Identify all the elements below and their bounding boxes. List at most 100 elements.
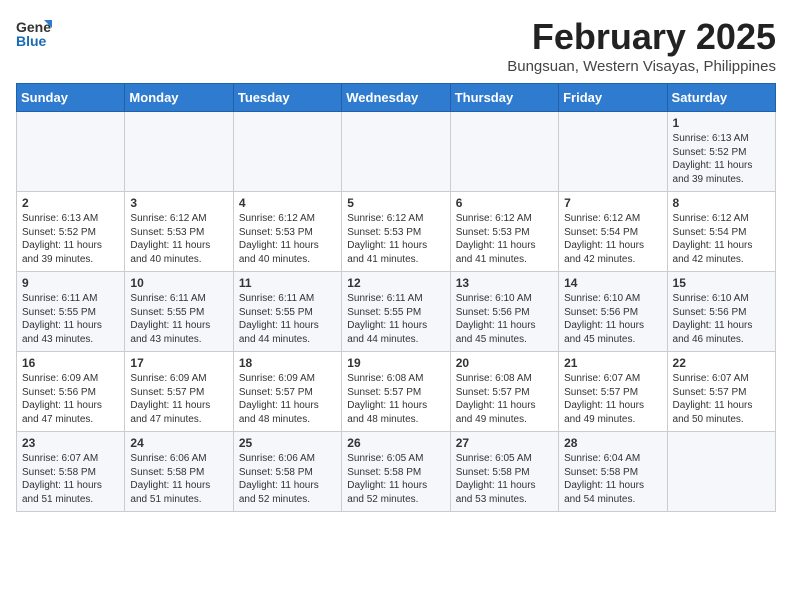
calendar-day-cell bbox=[17, 112, 125, 192]
calendar-day-cell: 9 Sunrise: 6:11 AM Sunset: 5:55 PM Daylig… bbox=[17, 272, 125, 352]
day-number: 28 bbox=[564, 436, 661, 450]
calendar-day-cell: 15 Sunrise: 6:10 AM Sunset: 5:56 PM Dayli… bbox=[667, 272, 775, 352]
day-info: Sunrise: 6:09 AM Sunset: 5:56 PM Dayligh… bbox=[22, 372, 119, 426]
day-info: Sunrise: 6:07 AM Sunset: 5:58 PM Dayligh… bbox=[22, 452, 119, 506]
day-number: 17 bbox=[130, 356, 227, 370]
logo-icon: General Blue bbox=[16, 16, 52, 52]
day-number: 16 bbox=[22, 356, 119, 370]
day-info: Sunrise: 6:12 AM Sunset: 5:53 PM Dayligh… bbox=[347, 212, 444, 266]
day-info: Sunrise: 6:13 AM Sunset: 5:52 PM Dayligh… bbox=[22, 212, 119, 266]
day-info: Sunrise: 6:08 AM Sunset: 5:57 PM Dayligh… bbox=[456, 372, 553, 426]
day-number: 26 bbox=[347, 436, 444, 450]
weekday-header-cell: Monday bbox=[125, 84, 233, 112]
weekday-header-cell: Tuesday bbox=[233, 84, 341, 112]
calendar-day-cell: 22 Sunrise: 6:07 AM Sunset: 5:57 PM Dayli… bbox=[667, 352, 775, 432]
calendar-day-cell: 28Sunrise: 6:04 AM Sunset: 5:58 PM Dayli… bbox=[559, 432, 667, 512]
calendar-day-cell: 12Sunrise: 6:11 AM Sunset: 5:55 PM Dayli… bbox=[342, 272, 450, 352]
weekday-header-cell: Thursday bbox=[450, 84, 558, 112]
day-number: 23 bbox=[22, 436, 119, 450]
calendar-day-cell: 17Sunrise: 6:09 AM Sunset: 5:57 PM Dayli… bbox=[125, 352, 233, 432]
page-header: General Blue February 2025 Bungsuan, Wes… bbox=[16, 16, 776, 75]
day-info: Sunrise: 6:05 AM Sunset: 5:58 PM Dayligh… bbox=[347, 452, 444, 506]
calendar-day-cell: 19 Sunrise: 6:08 AM Sunset: 5:57 PM Dayli… bbox=[342, 352, 450, 432]
calendar-day-cell: 23 Sunrise: 6:07 AM Sunset: 5:58 PM Dayli… bbox=[17, 432, 125, 512]
day-number: 4 bbox=[239, 196, 336, 210]
calendar-body: 1 Sunrise: 6:13 AM Sunset: 5:52 PM Daylig… bbox=[17, 112, 776, 512]
calendar-day-cell bbox=[559, 112, 667, 192]
day-number: 25 bbox=[239, 436, 336, 450]
day-number: 3 bbox=[130, 196, 227, 210]
calendar-day-cell: 4 Sunrise: 6:12 AM Sunset: 5:53 PM Daylig… bbox=[233, 192, 341, 272]
day-number: 7 bbox=[564, 196, 661, 210]
day-number: 22 bbox=[673, 356, 770, 370]
day-info: Sunrise: 6:07 AM Sunset: 5:57 PM Dayligh… bbox=[564, 372, 661, 426]
calendar-day-cell: 11 Sunrise: 6:11 AM Sunset: 5:55 PM Dayli… bbox=[233, 272, 341, 352]
calendar-day-cell: 5 Sunrise: 6:12 AM Sunset: 5:53 PM Daylig… bbox=[342, 192, 450, 272]
logo: General Blue bbox=[16, 16, 52, 52]
day-number: 14 bbox=[564, 276, 661, 290]
day-info: Sunrise: 6:11 AM Sunset: 5:55 PM Dayligh… bbox=[239, 292, 336, 346]
calendar-week-row: 23 Sunrise: 6:07 AM Sunset: 5:58 PM Dayli… bbox=[17, 432, 776, 512]
calendar-day-cell bbox=[450, 112, 558, 192]
calendar-day-cell: 18Sunrise: 6:09 AM Sunset: 5:57 PM Dayli… bbox=[233, 352, 341, 432]
weekday-header-cell: Sunday bbox=[17, 84, 125, 112]
calendar-day-cell: 3 Sunrise: 6:12 AM Sunset: 5:53 PM Daylig… bbox=[125, 192, 233, 272]
day-number: 27 bbox=[456, 436, 553, 450]
day-info: Sunrise: 6:12 AM Sunset: 5:53 PM Dayligh… bbox=[456, 212, 553, 266]
day-number: 19 bbox=[347, 356, 444, 370]
day-info: Sunrise: 6:06 AM Sunset: 5:58 PM Dayligh… bbox=[130, 452, 227, 506]
calendar-day-cell: 25 Sunrise: 6:06 AM Sunset: 5:58 PM Dayli… bbox=[233, 432, 341, 512]
day-number: 20 bbox=[456, 356, 553, 370]
day-number: 1 bbox=[673, 116, 770, 130]
day-info: Sunrise: 6:11 AM Sunset: 5:55 PM Dayligh… bbox=[130, 292, 227, 346]
day-number: 11 bbox=[239, 276, 336, 290]
calendar-day-cell bbox=[125, 112, 233, 192]
day-number: 8 bbox=[673, 196, 770, 210]
day-info: Sunrise: 6:05 AM Sunset: 5:58 PM Dayligh… bbox=[456, 452, 553, 506]
calendar-week-row: 2 Sunrise: 6:13 AM Sunset: 5:52 PM Daylig… bbox=[17, 192, 776, 272]
day-number: 18 bbox=[239, 356, 336, 370]
calendar-day-cell: 7Sunrise: 6:12 AM Sunset: 5:54 PM Daylig… bbox=[559, 192, 667, 272]
calendar-day-cell bbox=[233, 112, 341, 192]
day-number: 13 bbox=[456, 276, 553, 290]
calendar-day-cell: 27 Sunrise: 6:05 AM Sunset: 5:58 PM Dayli… bbox=[450, 432, 558, 512]
day-info: Sunrise: 6:12 AM Sunset: 5:53 PM Dayligh… bbox=[239, 212, 336, 266]
day-number: 6 bbox=[456, 196, 553, 210]
calendar-day-cell: 2 Sunrise: 6:13 AM Sunset: 5:52 PM Daylig… bbox=[17, 192, 125, 272]
day-number: 2 bbox=[22, 196, 119, 210]
day-info: Sunrise: 6:11 AM Sunset: 5:55 PM Dayligh… bbox=[347, 292, 444, 346]
calendar-week-row: 9 Sunrise: 6:11 AM Sunset: 5:55 PM Daylig… bbox=[17, 272, 776, 352]
calendar-table: SundayMondayTuesdayWednesdayThursdayFrid… bbox=[16, 83, 776, 512]
day-info: Sunrise: 6:08 AM Sunset: 5:57 PM Dayligh… bbox=[347, 372, 444, 426]
day-info: Sunrise: 6:10 AM Sunset: 5:56 PM Dayligh… bbox=[456, 292, 553, 346]
calendar-day-cell: 16 Sunrise: 6:09 AM Sunset: 5:56 PM Dayli… bbox=[17, 352, 125, 432]
calendar-week-row: 1 Sunrise: 6:13 AM Sunset: 5:52 PM Daylig… bbox=[17, 112, 776, 192]
day-info: Sunrise: 6:11 AM Sunset: 5:55 PM Dayligh… bbox=[22, 292, 119, 346]
weekday-header-cell: Friday bbox=[559, 84, 667, 112]
day-number: 5 bbox=[347, 196, 444, 210]
day-number: 24 bbox=[130, 436, 227, 450]
location-subtitle: Bungsuan, Western Visayas, Philippines bbox=[507, 58, 776, 75]
month-year-title: February 2025 bbox=[507, 16, 776, 58]
day-number: 9 bbox=[22, 276, 119, 290]
calendar-day-cell bbox=[342, 112, 450, 192]
day-number: 15 bbox=[673, 276, 770, 290]
calendar-day-cell: 10 Sunrise: 6:11 AM Sunset: 5:55 PM Dayli… bbox=[125, 272, 233, 352]
weekday-header-cell: Saturday bbox=[667, 84, 775, 112]
day-info: Sunrise: 6:07 AM Sunset: 5:57 PM Dayligh… bbox=[673, 372, 770, 426]
calendar-day-cell: 26 Sunrise: 6:05 AM Sunset: 5:58 PM Dayli… bbox=[342, 432, 450, 512]
day-number: 10 bbox=[130, 276, 227, 290]
day-info: Sunrise: 6:13 AM Sunset: 5:52 PM Dayligh… bbox=[673, 132, 770, 186]
calendar-day-cell: 1 Sunrise: 6:13 AM Sunset: 5:52 PM Daylig… bbox=[667, 112, 775, 192]
weekday-header-row: SundayMondayTuesdayWednesdayThursdayFrid… bbox=[17, 84, 776, 112]
calendar-day-cell: 21 Sunrise: 6:07 AM Sunset: 5:57 PM Dayli… bbox=[559, 352, 667, 432]
calendar-day-cell: 20 Sunrise: 6:08 AM Sunset: 5:57 PM Dayli… bbox=[450, 352, 558, 432]
calendar-day-cell: 13 Sunrise: 6:10 AM Sunset: 5:56 PM Dayli… bbox=[450, 272, 558, 352]
calendar-day-cell: 14Sunrise: 6:10 AM Sunset: 5:56 PM Dayli… bbox=[559, 272, 667, 352]
calendar-day-cell: 8Sunrise: 6:12 AM Sunset: 5:54 PM Daylig… bbox=[667, 192, 775, 272]
day-info: Sunrise: 6:10 AM Sunset: 5:56 PM Dayligh… bbox=[673, 292, 770, 346]
day-number: 21 bbox=[564, 356, 661, 370]
svg-text:Blue: Blue bbox=[16, 33, 47, 49]
day-info: Sunrise: 6:12 AM Sunset: 5:53 PM Dayligh… bbox=[130, 212, 227, 266]
day-info: Sunrise: 6:06 AM Sunset: 5:58 PM Dayligh… bbox=[239, 452, 336, 506]
